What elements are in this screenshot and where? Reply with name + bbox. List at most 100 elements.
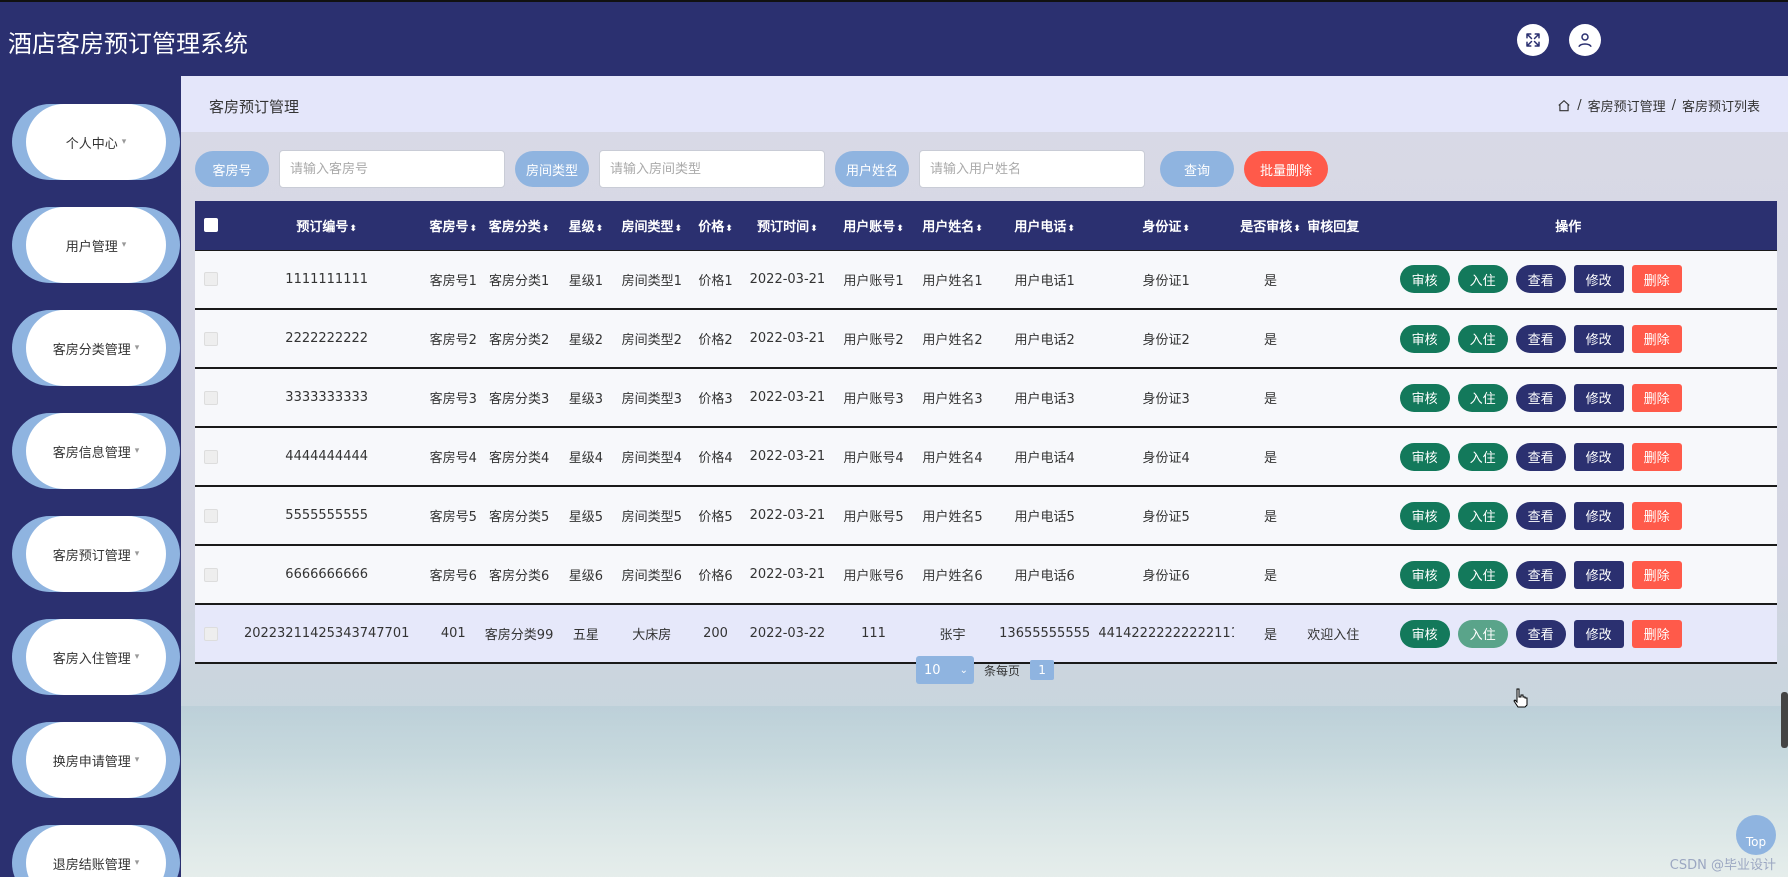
checkin-button[interactable]: 入住	[1457, 442, 1508, 471]
cell-audit-reply: 欢迎入住	[1307, 628, 1360, 643]
delete-button[interactable]: 删除	[1631, 501, 1682, 530]
checkin-button[interactable]: 入住	[1457, 619, 1508, 648]
sidebar-item-personal-center[interactable]: 个人中心 ▾	[12, 104, 180, 180]
view-button[interactable]: 查看	[1515, 560, 1566, 589]
sidebar-item-label: 客房入住管理	[52, 651, 131, 667]
column-header[interactable]: 预订时间⬍	[742, 201, 833, 250]
sidebar-item-room-checkin[interactable]: 客房入住管理 ▾	[12, 619, 180, 695]
view-button[interactable]: 查看	[1515, 442, 1566, 471]
view-button[interactable]: 查看	[1515, 383, 1566, 412]
edit-button[interactable]: 修改	[1573, 501, 1624, 530]
sidebar-item-checkout[interactable]: 退房结账管理 ▾	[12, 825, 180, 877]
cell-id-card: 身份证1	[1142, 273, 1190, 289]
sidebar-item-room-booking[interactable]: 客房预订管理 ▾	[12, 516, 180, 592]
view-button[interactable]: 查看	[1515, 265, 1566, 294]
cell-room-number: 客房号5	[429, 510, 477, 525]
cell-room-type: 大床房	[632, 628, 672, 643]
room-type-input[interactable]	[599, 150, 825, 188]
row-checkbox[interactable]	[204, 626, 219, 641]
column-header[interactable]: 星级⬍	[558, 201, 615, 250]
user-name-input[interactable]	[919, 150, 1145, 188]
column-header[interactable]: 身份证⬍	[1098, 201, 1234, 250]
breadcrumb-item[interactable]: 客房预订管理	[1588, 96, 1666, 115]
sidebar-item-user-management[interactable]: 用户管理 ▾	[12, 207, 180, 283]
review-button[interactable]: 审核	[1399, 265, 1450, 294]
back-to-top-button[interactable]: Top	[1736, 815, 1776, 855]
select-all-checkbox[interactable]	[204, 218, 219, 233]
sidebar-item-room-category[interactable]: 客房分类管理 ▾	[12, 310, 180, 386]
cell-user-phone: 用户电话4	[1014, 451, 1075, 466]
user-icon[interactable]	[1569, 24, 1601, 56]
view-button[interactable]: 查看	[1515, 619, 1566, 648]
row-checkbox[interactable]	[204, 390, 219, 405]
delete-button[interactable]: 删除	[1631, 265, 1682, 294]
checkin-button[interactable]: 入住	[1457, 383, 1508, 412]
cell-room-number: 客房号3	[429, 392, 477, 407]
query-button[interactable]: 查询	[1160, 151, 1234, 187]
table-row[interactable]: 3333333333 客房号3 客房分类3 星级3 房间类型3 价格3 2022-03-21…	[195, 368, 1777, 427]
fullscreen-icon[interactable]	[1517, 24, 1549, 56]
page-number-current[interactable]: 1	[1030, 660, 1055, 680]
column-header[interactable]: 用户账号⬍	[833, 201, 914, 250]
column-header[interactable]: 是否审核⬍	[1234, 201, 1307, 250]
edit-button[interactable]: 修改	[1573, 265, 1624, 294]
view-button[interactable]: 查看	[1515, 501, 1566, 530]
edit-button[interactable]: 修改	[1573, 324, 1624, 353]
table-row[interactable]: 20223211425343747701 401 客房分类99 五星 大床房 200 202…	[195, 604, 1777, 663]
column-header[interactable]: 客房号⬍	[426, 201, 481, 250]
hand-cursor-icon	[1513, 688, 1528, 708]
checkin-button[interactable]: 入住	[1457, 560, 1508, 589]
column-header[interactable]: 预订编号⬍	[227, 201, 426, 250]
batch-delete-button[interactable]: 批量删除	[1244, 151, 1328, 187]
sidebar-item-room-info[interactable]: 客房信息管理 ▾	[12, 413, 180, 489]
scrollbar-thumb[interactable]	[1781, 692, 1788, 748]
table-row[interactable]: 2222222222 客房号2 客房分类2 星级2 房间类型2 价格2 2022-03-21…	[195, 309, 1777, 368]
delete-button[interactable]: 删除	[1631, 383, 1682, 412]
delete-button[interactable]: 删除	[1631, 442, 1682, 471]
column-header[interactable]: 用户电话⬍	[991, 201, 1098, 250]
table-row[interactable]: 6666666666 客房号6 客房分类6 星级6 房间类型6 价格6 2022-03-21…	[195, 545, 1777, 604]
review-button[interactable]: 审核	[1399, 501, 1450, 530]
room-number-input[interactable]	[279, 150, 505, 188]
row-checkbox[interactable]	[204, 331, 219, 346]
review-button[interactable]: 审核	[1399, 619, 1450, 648]
edit-button[interactable]: 修改	[1573, 619, 1624, 648]
cell-audit-reply	[1307, 486, 1360, 545]
column-header[interactable]: 用户姓名⬍	[914, 201, 991, 250]
delete-button[interactable]: 删除	[1631, 560, 1682, 589]
cell-room-category: 客房分类3	[488, 392, 550, 407]
edit-button[interactable]: 修改	[1573, 442, 1624, 471]
review-button[interactable]: 审核	[1399, 324, 1450, 353]
cell-id-card: 身份证2	[1142, 333, 1190, 348]
review-button[interactable]: 审核	[1399, 560, 1450, 589]
edit-button[interactable]: 修改	[1573, 560, 1624, 589]
cell-audit-reply	[1307, 427, 1360, 486]
page-size-select[interactable]: 10 ⌄	[916, 656, 974, 684]
checkin-button[interactable]: 入住	[1457, 501, 1508, 530]
review-button[interactable]: 审核	[1399, 442, 1450, 471]
sidebar-item-room-change[interactable]: 换房申请管理 ▾	[12, 722, 180, 798]
chevron-down-icon: ▾	[134, 652, 140, 662]
cell-booking-id: 1111111111	[285, 271, 369, 287]
home-icon[interactable]	[1557, 99, 1571, 113]
table-row[interactable]: 4444444444 客房号4 客房分类4 星级4 房间类型4 价格4 2022-03-21…	[195, 427, 1777, 486]
review-button[interactable]: 审核	[1399, 383, 1450, 412]
table-row[interactable]: 1111111111 客房号1 客房分类1 星级1 房间类型1 价格1 2022-03-21…	[195, 250, 1777, 309]
row-checkbox[interactable]	[204, 508, 219, 523]
row-checkbox[interactable]	[204, 449, 219, 464]
edit-button[interactable]: 修改	[1573, 383, 1624, 412]
view-button[interactable]: 查看	[1515, 324, 1566, 353]
checkin-button[interactable]: 入住	[1457, 324, 1508, 353]
cell-price: 价格2	[698, 333, 733, 348]
column-header[interactable]: 价格⬍	[689, 201, 742, 250]
cell-room-type: 房间类型4	[621, 451, 682, 466]
column-header[interactable]: 房间类型⬍	[614, 201, 689, 250]
row-checkbox[interactable]	[204, 567, 219, 582]
table-row[interactable]: 5555555555 客房号5 客房分类5 星级5 房间类型5 价格5 2022-03-21…	[195, 486, 1777, 545]
cell-id-card: 身份证5	[1142, 510, 1190, 525]
column-header[interactable]: 客房分类⬍	[481, 201, 558, 250]
checkin-button[interactable]: 入住	[1457, 265, 1508, 294]
delete-button[interactable]: 删除	[1631, 324, 1682, 353]
row-checkbox[interactable]	[204, 272, 219, 287]
delete-button[interactable]: 删除	[1631, 619, 1682, 648]
